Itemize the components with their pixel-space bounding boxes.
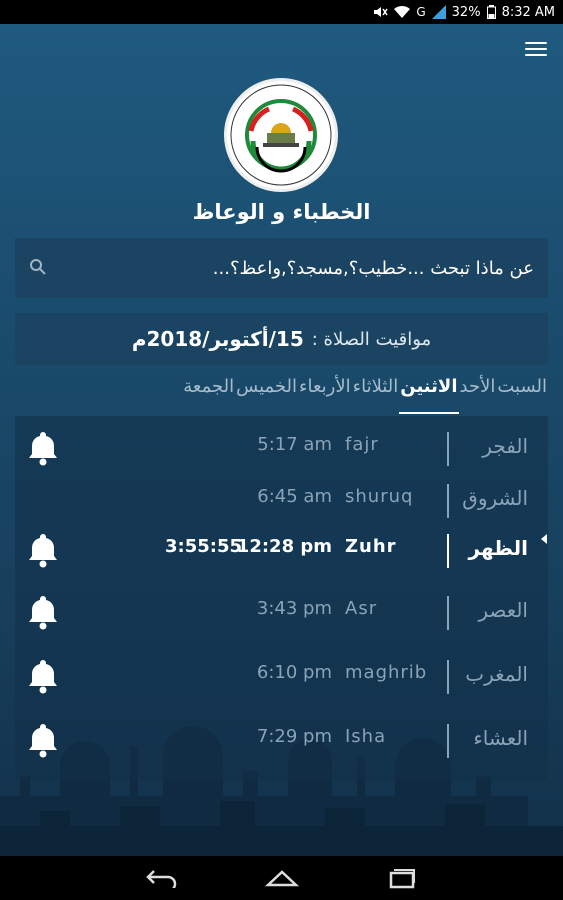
prayer-countdown: 3:55:55 <box>165 536 243 557</box>
divider <box>447 596 449 630</box>
prayer-time: 6:10 pm <box>256 662 332 683</box>
bell-icon[interactable] <box>27 722 59 758</box>
prayer-name-arabic: الفجر <box>482 434 528 458</box>
clock: 8:32 AM <box>501 4 555 20</box>
menu-icon[interactable] <box>525 42 547 58</box>
bell-icon[interactable] <box>27 658 59 694</box>
prayer-name-latin: fajr <box>345 434 379 455</box>
prayer-name-latin: Asr <box>345 598 378 619</box>
current-prayer-indicator-icon <box>541 534 547 544</box>
search-input[interactable] <box>57 257 534 279</box>
prayer-row-asr: 3:43 pm Asr العصر <box>15 588 548 640</box>
prayer-name-arabic: الشروق <box>462 486 528 510</box>
tab-friday[interactable]: الجمعة <box>182 376 235 414</box>
prayer-name-latin: maghrib <box>345 662 428 683</box>
prayer-time: 6:45 am <box>257 486 332 507</box>
prayer-row-shuruq: 6:45 am shuruq الشروق <box>15 476 548 528</box>
ministry-logo <box>224 78 338 192</box>
divider <box>447 660 449 694</box>
prayer-row-fajr: 5:17 am fajr الفجر <box>15 424 548 476</box>
divider <box>447 534 449 568</box>
divider <box>447 724 449 758</box>
prayer-name-arabic: العصر <box>478 598 528 622</box>
prayer-name-arabic: العشاء <box>473 726 528 750</box>
prayer-name-latin: Zuhr <box>345 536 397 557</box>
tab-sunday[interactable]: الأحد <box>459 376 497 414</box>
system-nav-bar <box>0 856 563 900</box>
back-icon[interactable] <box>142 864 182 892</box>
battery-icon <box>486 5 496 19</box>
signal-icon <box>431 5 446 19</box>
prayer-time: 3:43 pm <box>256 598 332 619</box>
recents-icon[interactable] <box>382 864 422 892</box>
prayer-times-list: 5:17 am fajr الفجر 6:45 am shuruq الشروق… <box>15 416 548 780</box>
prayer-time: 5:17 am <box>257 434 332 455</box>
prayer-name-latin: Isha <box>345 726 387 747</box>
prayer-time: 12:28 pm <box>236 536 332 557</box>
tab-thursday[interactable]: الخميس <box>235 376 298 414</box>
network-type: G <box>416 5 426 19</box>
divider <box>447 484 449 518</box>
mute-icon <box>372 5 388 19</box>
prayer-times-label: مواقيت الصلاة : <box>311 328 432 350</box>
prayer-row-isha: 7:29 pm Isha العشاء <box>15 716 548 768</box>
prayer-name-latin: shuruq <box>345 486 414 507</box>
app-title: الخطباء و الوعاظ <box>192 200 371 224</box>
prayer-name-arabic: المغرب <box>465 662 528 686</box>
tab-monday[interactable]: الاثنين <box>399 376 459 414</box>
tab-saturday[interactable]: السبت <box>496 376 548 414</box>
app-screen: الخطباء و الوعاظ مواقيت الصلاة : 15/أكتو… <box>0 24 563 856</box>
prayer-name-arabic: الظهر <box>468 536 529 560</box>
prayer-time: 7:29 pm <box>256 726 332 747</box>
wifi-icon <box>394 5 411 19</box>
status-bar: G 32% 8:32 AM <box>0 0 563 24</box>
search-bar <box>15 238 548 298</box>
bell-icon[interactable] <box>27 532 59 568</box>
bell-icon[interactable] <box>27 594 59 630</box>
tab-tuesday[interactable]: الثلاثاء <box>352 376 400 414</box>
battery-percent: 32% <box>451 4 481 20</box>
day-tabs: السبت الأحد الاثنين الثلاثاء الأربعاء ال… <box>15 376 548 414</box>
search-icon[interactable] <box>29 258 49 278</box>
tab-wednesday[interactable]: الأربعاء <box>298 376 352 414</box>
bell-icon[interactable] <box>27 430 59 466</box>
prayer-date-bar: مواقيت الصلاة : 15/أكتوبر/2018م <box>15 313 548 365</box>
divider <box>447 432 449 466</box>
prayer-row-zuhr: 3:55:55 12:28 pm Zuhr الظهر <box>15 526 548 578</box>
home-icon[interactable] <box>262 864 302 892</box>
prayer-row-maghrib: 6:10 pm maghrib المغرب <box>15 652 548 704</box>
prayer-date-value: 15/أكتوبر/2018م <box>131 327 304 351</box>
